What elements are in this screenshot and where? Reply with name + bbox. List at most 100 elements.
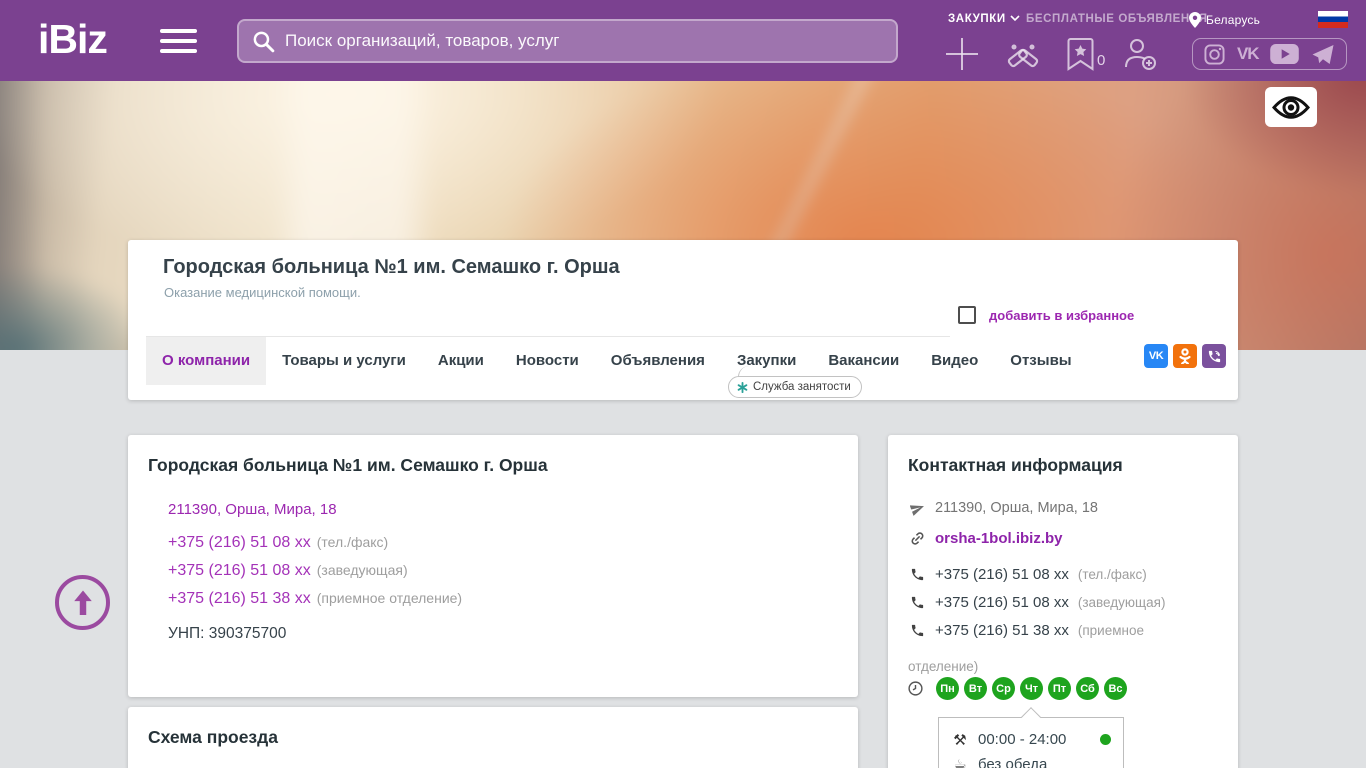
- phone-row: +375 (216) 51 38 xx (приемное отделение): [168, 590, 462, 608]
- contact-phone-row: +375 (216) 51 08 xx (заведующая): [908, 594, 1165, 611]
- phone-note: (тел./факс): [1077, 567, 1147, 582]
- work-hours-icon: ⚒: [953, 730, 967, 749]
- work-week: Пн Вт Ср Чт Пт Сб Вс: [936, 677, 1127, 700]
- map-card: Схема проезда: [128, 707, 858, 768]
- youtube-icon[interactable]: [1270, 44, 1299, 64]
- scroll-top-button[interactable]: [55, 575, 110, 630]
- day-badge-sun[interactable]: Вс: [1104, 677, 1127, 700]
- favorite-checkbox[interactable]: [958, 306, 976, 324]
- work-hours-row: ⚒ 00:00 - 24:00: [951, 727, 1111, 752]
- purchases-link[interactable]: ЗАКУПКИ: [948, 13, 1020, 25]
- contacts-card: Контактная информация 211390, Орша, Мира…: [888, 435, 1238, 768]
- tab-video[interactable]: Видео: [915, 337, 994, 385]
- search-input[interactable]: [285, 31, 884, 51]
- phone-note: (приемное отделение): [316, 590, 463, 606]
- address-link[interactable]: 211390, Орша, Мира, 18: [168, 501, 337, 518]
- search-icon: [253, 31, 275, 52]
- day-badge-sat[interactable]: Сб: [1076, 677, 1099, 700]
- instagram-icon[interactable]: [1204, 43, 1225, 65]
- tab-reviews[interactable]: Отзывы: [994, 337, 1087, 385]
- lunch-icon: ☕: [953, 755, 967, 768]
- company-title: Городская больница №1 им. Семашко г. Орш…: [163, 256, 620, 278]
- phone-note: (приемное: [1077, 623, 1144, 638]
- about-card: Городская больница №1 им. Семашко г. Орш…: [128, 435, 858, 697]
- viber-share-icon[interactable]: [1202, 344, 1226, 368]
- lunch-info: без обеда: [978, 756, 1048, 768]
- user-add-icon[interactable]: [1122, 37, 1158, 71]
- open-status-dot: [1100, 734, 1111, 745]
- phone-note: (заведующая): [1077, 595, 1166, 610]
- company-card: Городская больница №1 им. Семашко г. Орш…: [128, 240, 1238, 400]
- tooltip-arrow: [1021, 707, 1041, 727]
- tab-products[interactable]: Товары и услуги: [266, 337, 422, 385]
- eye-icon: [1272, 95, 1310, 119]
- company-subtitle: Оказание медицинской помощи.: [164, 285, 361, 300]
- tab-news[interactable]: Новости: [500, 337, 595, 385]
- phone-note: (заведующая): [316, 562, 408, 578]
- telegram-icon[interactable]: [1311, 44, 1335, 65]
- tab-about[interactable]: О компании: [146, 337, 267, 385]
- day-badge-fri[interactable]: Пт: [1048, 677, 1071, 700]
- contacts-title: Контактная информация: [908, 455, 1123, 475]
- up-arrow-icon: [73, 590, 92, 615]
- phone-row: +375 (216) 51 08 xx (тел./факс): [168, 534, 388, 552]
- send-arrow-icon: [908, 501, 926, 516]
- phone-link[interactable]: +375 (216) 51 08 xx: [168, 534, 311, 551]
- website-row: orsha-1bol.ibiz.by: [908, 530, 1063, 547]
- page: iBiz ЗАКУПКИ БЕСПЛАТНЫЕ ОБЪЯВЛЕНИЯ Белар…: [0, 0, 1366, 768]
- clock-icon: [907, 680, 924, 702]
- phone-icon: [908, 623, 926, 638]
- odnoklassniki-share-icon[interactable]: [1173, 344, 1197, 368]
- favorites-count: 0: [1097, 52, 1106, 69]
- header: iBiz ЗАКУПКИ БЕСПЛАТНЫЕ ОБЪЯВЛЕНИЯ Белар…: [0, 0, 1366, 81]
- phone-link[interactable]: +375 (216) 51 08 xx: [168, 562, 311, 579]
- favorite-label[interactable]: добавить в избранное: [989, 308, 1134, 323]
- logo[interactable]: iBiz: [38, 16, 108, 63]
- phone-link[interactable]: +375 (216) 51 38 xx: [168, 590, 311, 607]
- day-badge-wed[interactable]: Ср: [992, 677, 1015, 700]
- contact-address-row: 211390, Орша, Мира, 18: [908, 500, 1098, 516]
- share-buttons: VK: [1144, 344, 1226, 368]
- asterisk-icon: [737, 381, 748, 393]
- chevron-down-icon: [1010, 13, 1020, 25]
- about-title: Городская больница №1 им. Семашко г. Орш…: [148, 455, 548, 475]
- header-social-links: VK: [1192, 38, 1347, 70]
- bookmark-star-icon[interactable]: [1066, 37, 1095, 71]
- search-bar: [237, 19, 898, 63]
- work-hours: 00:00 - 24:00: [978, 731, 1067, 748]
- lunch-row: ☕ без обеда: [951, 752, 1111, 768]
- map-title: Схема проезда: [148, 727, 278, 747]
- phone-icon: [908, 567, 926, 582]
- day-badge-thu-active[interactable]: Чт: [1020, 677, 1043, 700]
- phone-note-wrap: отделение): [908, 659, 979, 674]
- map-pin-icon: [1189, 12, 1201, 28]
- handshake-icon[interactable]: [1002, 37, 1044, 71]
- unp-number: УНП: 390375700: [168, 625, 287, 642]
- vk-share-icon[interactable]: VK: [1144, 344, 1168, 368]
- region-link[interactable]: Беларусь: [1189, 12, 1260, 28]
- contact-phone-row: +375 (216) 51 38 xx (приемное: [908, 622, 1144, 639]
- vk-icon[interactable]: VK: [1237, 44, 1260, 64]
- schedule-tooltip: ⚒ 00:00 - 24:00 ☕ без обеда: [938, 707, 1124, 768]
- phone-link[interactable]: +375 (216) 51 38 xx: [935, 622, 1069, 639]
- phone-icon: [908, 595, 926, 610]
- employment-service-badge[interactable]: Служба занятости: [728, 366, 862, 398]
- contact-address: 211390, Орша, Мира, 18: [935, 500, 1098, 516]
- day-badge-mon[interactable]: Пн: [936, 677, 959, 700]
- link-icon: [908, 530, 926, 547]
- phone-link[interactable]: +375 (216) 51 08 xx: [935, 566, 1069, 583]
- phone-row: +375 (216) 51 08 xx (заведующая): [168, 562, 408, 580]
- views-eye-button[interactable]: [1265, 87, 1317, 127]
- contact-phone-row: +375 (216) 51 08 xx (тел./факс): [908, 566, 1147, 583]
- free-ads-link[interactable]: БЕСПЛАТНЫЕ ОБЪЯВЛЕНИЯ: [1026, 13, 1208, 25]
- employment-service-label: Служба занятости: [753, 381, 851, 393]
- website-link[interactable]: orsha-1bol.ibiz.by: [935, 530, 1063, 547]
- day-badge-tue[interactable]: Вт: [964, 677, 987, 700]
- phone-link[interactable]: +375 (216) 51 08 xx: [935, 594, 1069, 611]
- menu-icon[interactable]: [160, 29, 197, 55]
- language-flag-ru-icon[interactable]: [1318, 11, 1348, 28]
- tab-ads[interactable]: Объявления: [595, 337, 721, 385]
- tab-promotions[interactable]: Акции: [422, 337, 500, 385]
- add-company-icon[interactable]: [944, 36, 980, 72]
- phone-note: (тел./факс): [316, 534, 389, 550]
